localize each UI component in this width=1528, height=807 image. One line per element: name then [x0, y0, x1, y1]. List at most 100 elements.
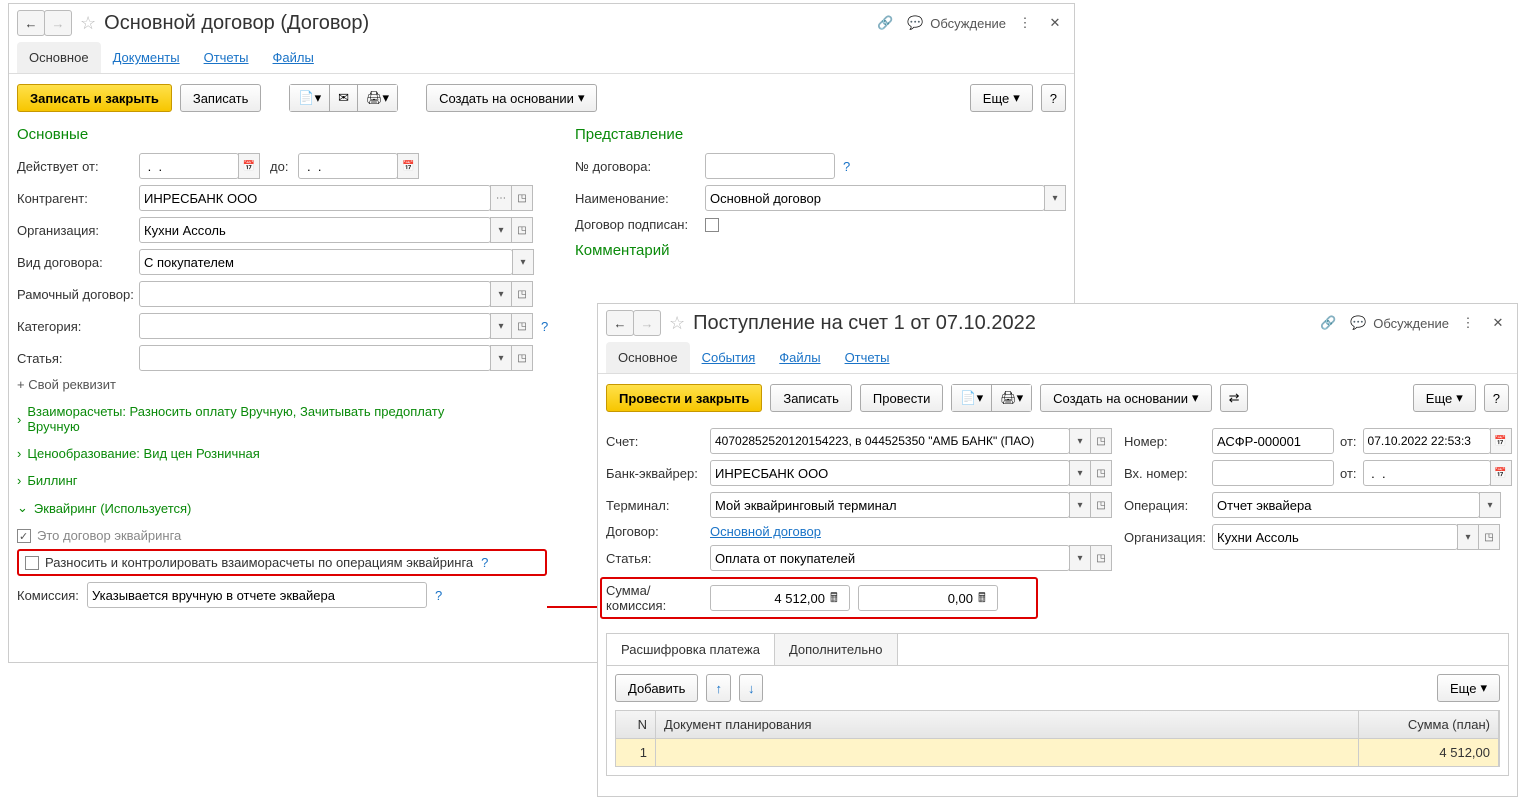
- save-button[interactable]: Записать: [180, 84, 262, 112]
- open-icon[interactable]: ◳: [1090, 460, 1112, 486]
- dropdown-icon[interactable]: ▾: [490, 313, 512, 339]
- help-icon[interactable]: ?: [843, 159, 850, 174]
- ellipsis-icon[interactable]: ⋯: [490, 185, 512, 211]
- open-icon[interactable]: ◳: [511, 217, 533, 243]
- date-input[interactable]: [1363, 428, 1491, 454]
- article-input[interactable]: [710, 545, 1070, 571]
- article-input[interactable]: [139, 345, 491, 371]
- terminal-input[interactable]: [710, 492, 1070, 518]
- structure-button[interactable]: ⇄: [1220, 384, 1249, 412]
- link-icon[interactable]: 🔗: [874, 12, 896, 34]
- move-up-button[interactable]: ↑: [706, 674, 731, 702]
- inno-input[interactable]: [1212, 460, 1334, 486]
- org-input[interactable]: [1212, 524, 1458, 550]
- number-input[interactable]: [1212, 428, 1334, 454]
- dropdown-icon[interactable]: ▾: [1069, 492, 1091, 518]
- save-button[interactable]: Записать: [770, 384, 852, 412]
- dropdown-icon[interactable]: ▾: [1069, 428, 1091, 454]
- back-button[interactable]: ←: [606, 310, 634, 336]
- dropdown-icon[interactable]: ▾: [490, 345, 512, 371]
- expander-billing[interactable]: › Биллинг: [9, 467, 559, 494]
- forward-button[interactable]: →: [633, 310, 661, 336]
- move-down-button[interactable]: ↓: [739, 674, 764, 702]
- print-button[interactable]: 🖨▾: [991, 384, 1032, 412]
- calculator-icon[interactable]: 🖩: [978, 589, 994, 605]
- subtab-additional[interactable]: Дополнительно: [775, 634, 898, 665]
- help-icon[interactable]: ?: [481, 555, 488, 570]
- name-input[interactable]: [705, 185, 1045, 211]
- forward-button[interactable]: →: [44, 10, 72, 36]
- tab-events[interactable]: События: [690, 342, 768, 373]
- open-icon[interactable]: ◳: [1090, 492, 1112, 518]
- help-icon[interactable]: ?: [435, 588, 442, 603]
- discuss-icon[interactable]: 💬: [904, 12, 926, 34]
- post-button[interactable]: Провести: [860, 384, 944, 412]
- expander-pricing[interactable]: › Ценообразование: Вид цен Розничная: [9, 440, 559, 467]
- dropdown-icon[interactable]: ▾: [1069, 545, 1091, 571]
- close-icon[interactable]: ✕: [1044, 12, 1066, 34]
- attach-button[interactable]: 📄▾: [289, 84, 330, 112]
- frame-input[interactable]: [139, 281, 491, 307]
- close-icon[interactable]: ✕: [1487, 312, 1509, 334]
- open-icon[interactable]: ◳: [1478, 524, 1500, 550]
- open-icon[interactable]: ◳: [511, 281, 533, 307]
- open-icon[interactable]: ◳: [511, 185, 533, 211]
- more-button[interactable]: Еще ▾: [970, 84, 1033, 112]
- add-row-button[interactable]: Добавить: [615, 674, 698, 702]
- discuss-icon[interactable]: 💬: [1347, 312, 1369, 334]
- attach-button[interactable]: 📄▾: [951, 384, 992, 412]
- create-based-button[interactable]: Создать на основании ▾: [426, 84, 597, 112]
- create-based-button[interactable]: Создать на основании ▾: [1040, 384, 1211, 412]
- tab-files[interactable]: Файлы: [261, 42, 326, 73]
- checkbox-is-acquiring[interactable]: [17, 529, 31, 543]
- mail-button[interactable]: ✉: [329, 84, 358, 112]
- counterparty-input[interactable]: [139, 185, 491, 211]
- add-custom-attr[interactable]: + Свой реквизит: [17, 377, 116, 392]
- dropdown-icon[interactable]: ▾: [1069, 460, 1091, 486]
- contract-link[interactable]: Основной договор: [710, 524, 821, 539]
- dropdown-icon[interactable]: ▾: [1044, 185, 1066, 211]
- operation-input[interactable]: [1212, 492, 1480, 518]
- subtab-breakdown[interactable]: Расшифровка платежа: [607, 634, 775, 665]
- category-input[interactable]: [139, 313, 491, 339]
- open-icon[interactable]: ◳: [511, 313, 533, 339]
- dropdown-icon[interactable]: ▾: [1457, 524, 1479, 550]
- kebab-menu-icon[interactable]: ⋮: [1014, 12, 1036, 34]
- table-row[interactable]: 1 4 512,00: [615, 739, 1500, 767]
- link-icon[interactable]: 🔗: [1317, 312, 1339, 334]
- tab-reports[interactable]: Отчеты: [192, 42, 261, 73]
- tab-reports[interactable]: Отчеты: [833, 342, 902, 373]
- contract-no-input[interactable]: [705, 153, 835, 179]
- calendar-icon[interactable]: 📅: [397, 153, 419, 179]
- calculator-icon[interactable]: 🖩: [830, 589, 846, 605]
- account-input[interactable]: [710, 428, 1070, 454]
- calendar-icon[interactable]: 📅: [238, 153, 260, 179]
- table-more-button[interactable]: Еще ▾: [1437, 674, 1500, 702]
- help-icon[interactable]: ?: [541, 319, 548, 334]
- dropdown-icon[interactable]: ▾: [512, 249, 534, 275]
- date-from-input[interactable]: [139, 153, 239, 179]
- expander-acquiring[interactable]: ⌄ Эквайринг (Используется): [9, 494, 559, 522]
- calendar-icon[interactable]: 📅: [1490, 460, 1512, 486]
- back-button[interactable]: ←: [17, 10, 45, 36]
- checkbox-signed[interactable]: [705, 218, 719, 232]
- kebab-menu-icon[interactable]: ⋮: [1457, 312, 1479, 334]
- discuss-label[interactable]: Обсуждение: [1373, 316, 1449, 331]
- tab-main[interactable]: Основное: [17, 42, 101, 73]
- tab-documents[interactable]: Документы: [101, 42, 192, 73]
- favorite-star-icon[interactable]: ☆: [669, 313, 685, 334]
- tab-files[interactable]: Файлы: [767, 342, 832, 373]
- open-icon[interactable]: ◳: [511, 345, 533, 371]
- favorite-star-icon[interactable]: ☆: [80, 13, 96, 34]
- save-close-button[interactable]: Записать и закрыть: [17, 84, 172, 112]
- cell-doc[interactable]: [656, 739, 1359, 766]
- tab-main[interactable]: Основное: [606, 342, 690, 373]
- open-icon[interactable]: ◳: [1090, 545, 1112, 571]
- date-to-input[interactable]: [298, 153, 398, 179]
- discuss-label[interactable]: Обсуждение: [930, 16, 1006, 31]
- commission-input[interactable]: [858, 585, 998, 611]
- commission-input[interactable]: [87, 582, 427, 608]
- org-input[interactable]: [139, 217, 491, 243]
- kind-input[interactable]: [139, 249, 513, 275]
- help-button[interactable]: ?: [1041, 84, 1066, 112]
